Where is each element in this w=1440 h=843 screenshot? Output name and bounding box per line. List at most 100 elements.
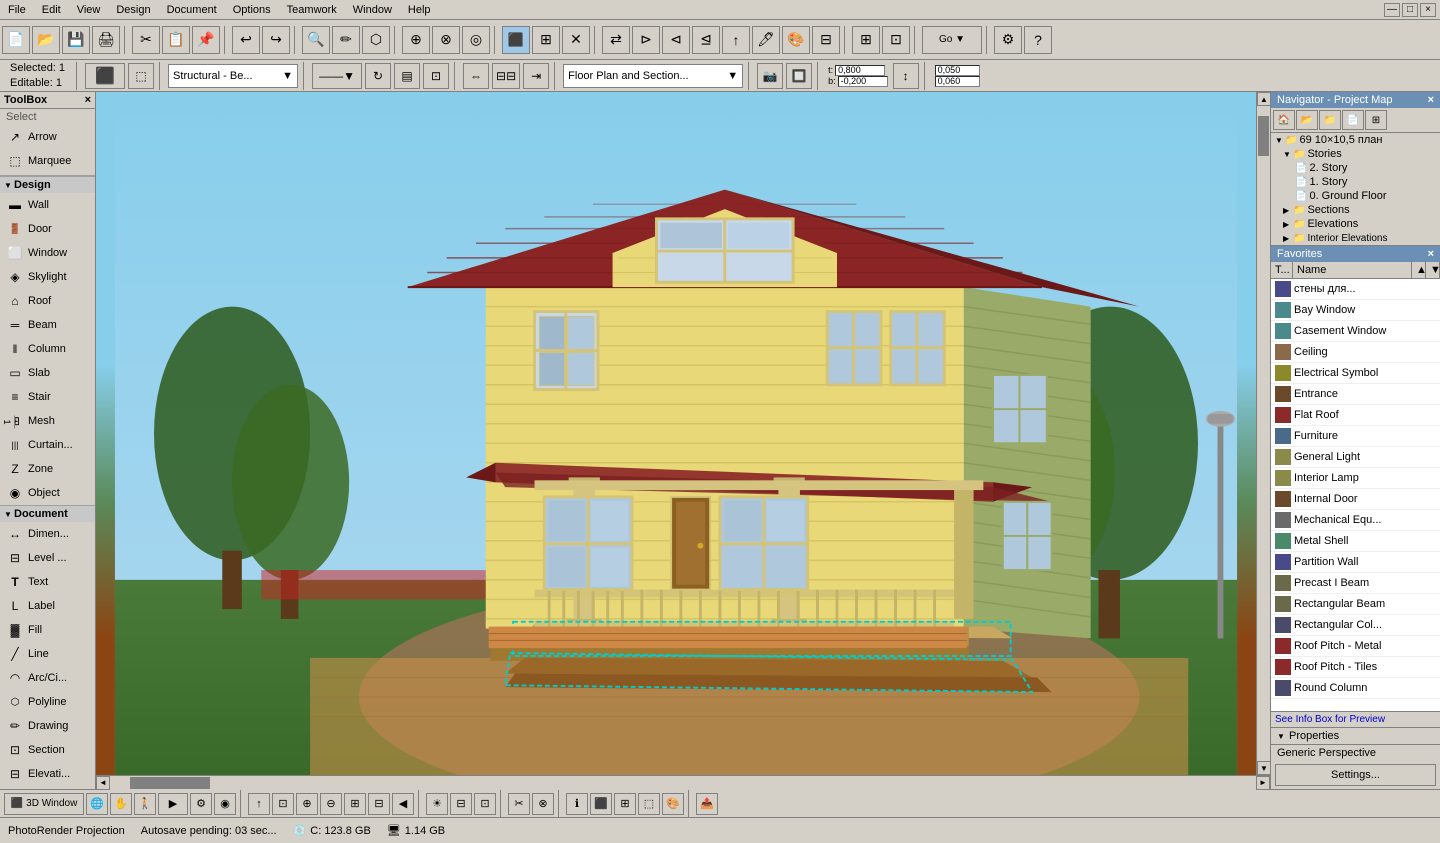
- snap-btn[interactable]: ⊕: [402, 26, 430, 54]
- zoom-fit-btn[interactable]: ⊡: [272, 793, 294, 815]
- wireframe-btn[interactable]: ⬚: [128, 63, 154, 89]
- fav-sort2-col[interactable]: ▼: [1426, 262, 1440, 278]
- tree-story2[interactable]: 2. Story: [1271, 161, 1440, 175]
- transparency-btn[interactable]: ⬚: [638, 793, 660, 815]
- favorites-footer[interactable]: See Info Box for Preview: [1271, 711, 1440, 727]
- refresh-btn[interactable]: ↻: [365, 63, 391, 89]
- close-btn[interactable]: ×: [1420, 3, 1436, 17]
- maximize-btn[interactable]: □: [1402, 3, 1418, 17]
- menu-file[interactable]: File: [0, 2, 34, 18]
- undo-btn[interactable]: ↩: [232, 26, 260, 54]
- toolbox-close[interactable]: ×: [85, 94, 91, 106]
- dimen-tool[interactable]: Dimen...: [0, 522, 95, 546]
- menu-help[interactable]: Help: [400, 2, 439, 18]
- fav-sort-col[interactable]: ▲: [1412, 262, 1426, 278]
- fav-item-18[interactable]: Roof Pitch - Tiles: [1271, 657, 1440, 678]
- interi-tool[interactable]: Interi...: [0, 786, 95, 789]
- canvas-horizontal-scrollbar[interactable]: ◄ ►: [96, 775, 1270, 789]
- print-btn[interactable]: 🖨: [92, 26, 120, 54]
- stair-tool[interactable]: Stair: [0, 385, 95, 409]
- scroll-right-btn[interactable]: ►: [1256, 776, 1270, 790]
- scroll-left-btn[interactable]: ◄: [96, 776, 110, 790]
- grid-btn[interactable]: ⊞: [852, 26, 880, 54]
- snap3-btn[interactable]: ◎: [462, 26, 490, 54]
- text-tool[interactable]: Text: [0, 570, 95, 594]
- scroll-track-h[interactable]: [110, 776, 1256, 790]
- redo-btn[interactable]: ↪: [262, 26, 290, 54]
- fav-item-6[interactable]: Flat Roof: [1271, 405, 1440, 426]
- prev-view-btn[interactable]: ◀: [392, 793, 414, 815]
- fly-btn[interactable]: ▶: [158, 793, 188, 815]
- save-btn[interactable]: 💾: [62, 26, 90, 54]
- sun-btn[interactable]: ☀: [426, 793, 448, 815]
- polyline-tool[interactable]: Polyline: [0, 690, 95, 714]
- marquee-tool[interactable]: Marquee: [0, 149, 95, 173]
- 3d-window-btn[interactable]: ⬛ 3D Window: [4, 793, 84, 815]
- menu-document[interactable]: Document: [159, 2, 225, 18]
- fav-t-col[interactable]: T...: [1271, 262, 1293, 278]
- minimize-btn[interactable]: —: [1384, 3, 1400, 17]
- fav-name-col[interactable]: Name: [1293, 262, 1412, 278]
- nav4-btn[interactable]: ⊴: [692, 26, 720, 54]
- fav-item-16[interactable]: Rectangular Col...: [1271, 615, 1440, 636]
- scroll-track-v[interactable]: [1257, 106, 1270, 761]
- arc-tool[interactable]: Arc/Ci...: [0, 666, 95, 690]
- fav-item-5[interactable]: Entrance: [1271, 384, 1440, 405]
- favorites-close[interactable]: ×: [1428, 248, 1434, 260]
- elevati-tool[interactable]: Elevati...: [0, 762, 95, 786]
- floor-btn[interactable]: ⊞: [532, 26, 560, 54]
- new-btn[interactable]: 📄: [2, 26, 30, 54]
- render2-btn[interactable]: ◉: [214, 793, 236, 815]
- slab-tool[interactable]: Slab: [0, 361, 95, 385]
- roof-tool[interactable]: Roof: [0, 289, 95, 313]
- fav-item-1[interactable]: Bay Window: [1271, 300, 1440, 321]
- close-view-btn[interactable]: ✕: [562, 26, 590, 54]
- tree-root[interactable]: 69 10×10,5 план: [1271, 133, 1440, 147]
- fav-item-8[interactable]: General Light: [1271, 447, 1440, 468]
- nav-page-btn[interactable]: 📄: [1342, 110, 1364, 130]
- zoom-btn[interactable]: ⇔: [463, 63, 489, 89]
- tree-elevations[interactable]: Elevations: [1271, 217, 1440, 231]
- export-btn[interactable]: 📤: [696, 793, 718, 815]
- nav-home-btn[interactable]: 🏠: [1273, 110, 1295, 130]
- fav-item-10[interactable]: Internal Door: [1271, 489, 1440, 510]
- settings-button[interactable]: Settings...: [1275, 764, 1436, 786]
- fav-item-15[interactable]: Rectangular Beam: [1271, 594, 1440, 615]
- model-btn[interactable]: ⬛: [590, 793, 612, 815]
- tree-interior[interactable]: Interior Elevations: [1271, 231, 1440, 245]
- zoom-out-btn[interactable]: ⊖: [320, 793, 342, 815]
- tb-arrows-btn[interactable]: ↕: [893, 63, 919, 89]
- goto-btn[interactable]: Go ▼: [922, 26, 982, 54]
- fav-item-0[interactable]: стены для...: [1271, 279, 1440, 300]
- fav-item-7[interactable]: Furniture: [1271, 426, 1440, 447]
- scroll-down-btn[interactable]: ▼: [1257, 761, 1271, 775]
- skylight-tool[interactable]: Skylight: [0, 265, 95, 289]
- section-tool[interactable]: Section: [0, 738, 95, 762]
- menu-window[interactable]: Window: [345, 2, 400, 18]
- wall-tool[interactable]: Wall: [0, 193, 95, 217]
- nav-folder-btn[interactable]: 📁: [1319, 110, 1341, 130]
- fav-item-19[interactable]: Round Column: [1271, 678, 1440, 699]
- fav-item-17[interactable]: Roof Pitch - Metal: [1271, 636, 1440, 657]
- navigator-close[interactable]: ×: [1428, 94, 1434, 106]
- document-category[interactable]: Document: [0, 505, 95, 522]
- open-btn[interactable]: 📂: [32, 26, 60, 54]
- linetype-btn[interactable]: ——▼: [312, 63, 362, 89]
- 3d-viewport[interactable]: [96, 92, 1256, 775]
- menu-view[interactable]: View: [69, 2, 109, 18]
- menu-options[interactable]: Options: [225, 2, 279, 18]
- fav-item-11[interactable]: Mechanical Equ...: [1271, 510, 1440, 531]
- orbit-btn[interactable]: 🌐: [86, 793, 108, 815]
- curtain-tool[interactable]: Curtain...: [0, 433, 95, 457]
- copy-btn[interactable]: 📋: [162, 26, 190, 54]
- measure-btn[interactable]: ⊡: [882, 26, 910, 54]
- find-btn[interactable]: 🔍: [302, 26, 330, 54]
- canvas-vertical-scrollbar[interactable]: ▲ ▼: [1256, 92, 1270, 775]
- color-btn[interactable]: 🎨: [782, 26, 810, 54]
- door-tool[interactable]: Door: [0, 217, 95, 241]
- scroll-up-btn[interactable]: ▲: [1257, 92, 1271, 106]
- tree-sections[interactable]: Sections: [1271, 203, 1440, 217]
- right-bot-input[interactable]: [935, 76, 980, 87]
- walk-btn[interactable]: 🚶: [134, 793, 156, 815]
- line-tool[interactable]: Line: [0, 642, 95, 666]
